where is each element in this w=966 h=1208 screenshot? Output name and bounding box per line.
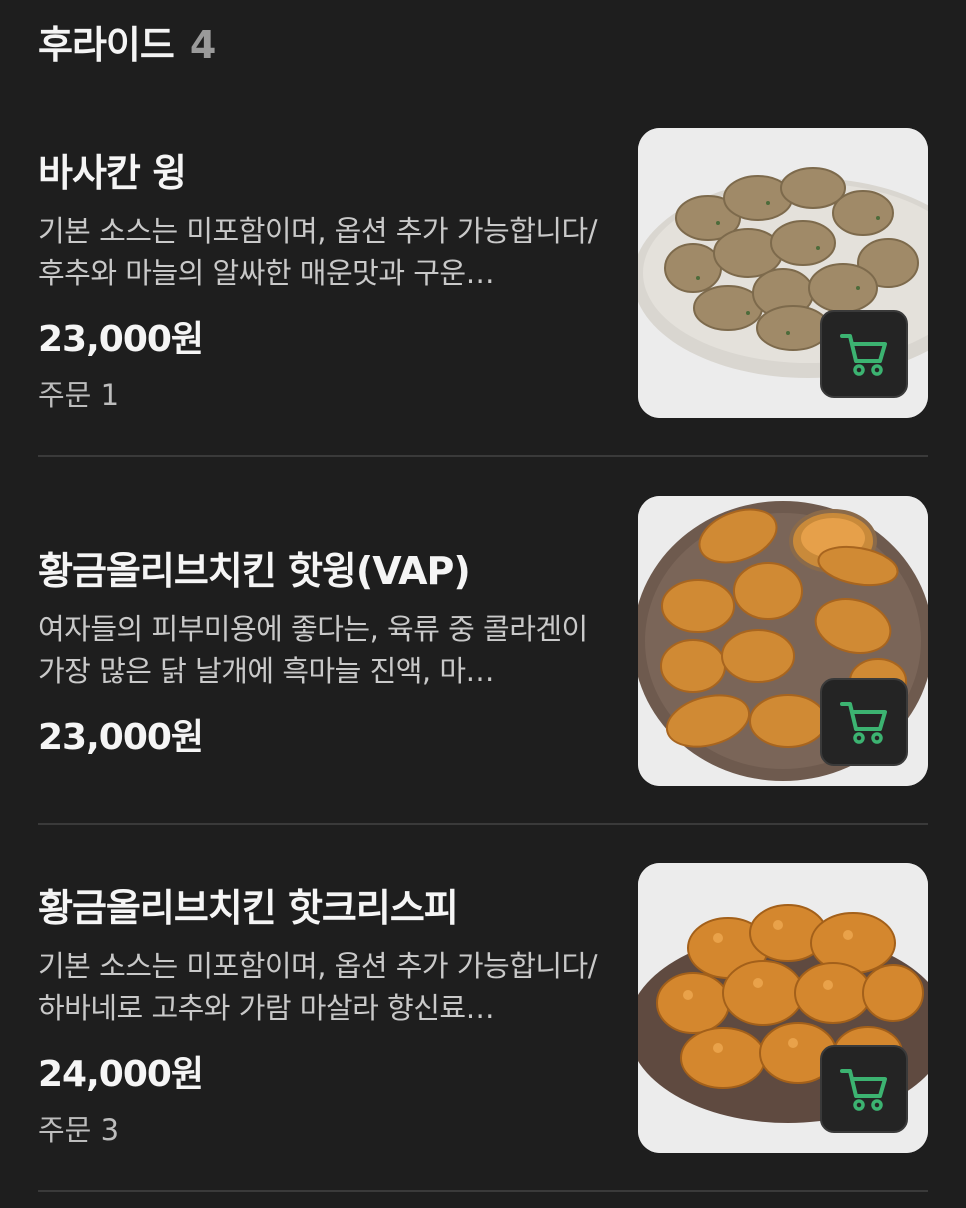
menu-item-price: 23,000원 <box>38 319 204 360</box>
cart-icon <box>840 334 887 376</box>
menu-item[interactable]: 황금올리브치킨 핫윙(VAP) 여자들의 피부미용에 좋다는, 육류 중 콜라겐… <box>0 496 966 796</box>
menu-item-image[interactable] <box>638 863 928 1153</box>
menu-item-name: 황금올리브치킨 핫크리스피 <box>38 886 459 930</box>
add-to-cart-button[interactable] <box>820 678 908 766</box>
section-header: 후라이드 4 <box>38 14 216 72</box>
divider <box>38 455 928 457</box>
menu-item-price: 24,000원 <box>38 1054 204 1095</box>
menu-item[interactable]: 바사칸 윙 기본 소스는 미포함이며, 옵션 추가 가능합니다/후추와 마늘의 … <box>0 128 966 458</box>
menu-item-price: 23,000원 <box>38 717 204 758</box>
menu-item-name: 황금올리브치킨 핫윙(VAP) <box>38 549 471 593</box>
menu-item-description: 기본 소스는 미포함이며, 옵션 추가 가능합니다/하바네로 고추와 가람 마살… <box>38 949 598 1025</box>
menu-item-description: 여자들의 피부미용에 좋다는, 육류 중 콜라겐이 가장 많은 닭 날개에 흑마… <box>38 612 588 688</box>
cart-icon <box>840 1069 887 1111</box>
order-count: 주문 1 <box>38 378 120 412</box>
menu-item-description: 기본 소스는 미포함이며, 옵션 추가 가능합니다/후추와 마늘의 알싸한 매운… <box>38 214 598 290</box>
cart-icon <box>840 702 887 744</box>
order-count: 주문 3 <box>38 1113 120 1147</box>
menu-item-name: 바사칸 윙 <box>38 151 187 195</box>
section-title: 후라이드 <box>38 23 175 67</box>
add-to-cart-button[interactable] <box>820 310 908 398</box>
section-count: 4 <box>189 23 217 67</box>
menu-item-image[interactable] <box>638 128 928 418</box>
menu-item[interactable]: 황금올리브치킨 핫크리스피 기본 소스는 미포함이며, 옵션 추가 가능합니다/… <box>0 863 966 1193</box>
menu-item-image[interactable] <box>638 496 928 786</box>
add-to-cart-button[interactable] <box>820 1045 908 1133</box>
divider <box>38 1190 928 1192</box>
divider <box>38 823 928 825</box>
